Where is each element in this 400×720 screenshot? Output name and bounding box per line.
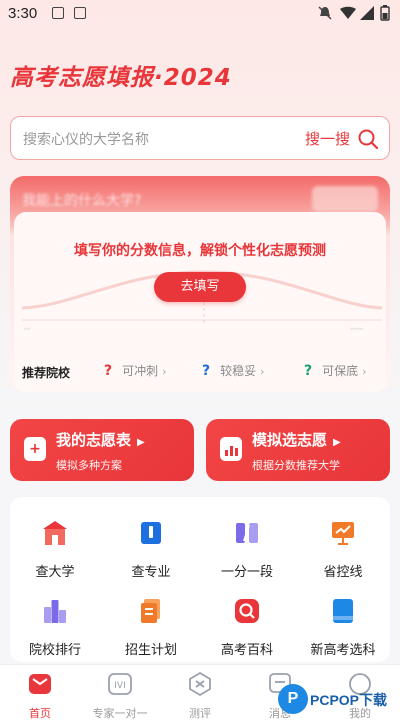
simulate-application-button[interactable]: 模拟选志愿 ▶ 根据分数推荐大学	[206, 419, 390, 481]
action-title: 我的志愿表	[56, 431, 132, 449]
search-encyclopedia-icon	[235, 599, 259, 623]
watermark-text: PCPOP下载	[310, 692, 388, 708]
nav-home[interactable]: 首页	[0, 671, 80, 720]
ranking-icon	[44, 600, 66, 623]
grid-label: 高考百科	[220, 643, 273, 658]
plus-doc-icon: +	[24, 437, 46, 461]
action-subtitle: 根据分数推荐大学	[252, 459, 340, 472]
search-input[interactable]: 搜索心仪的大学名称	[23, 129, 149, 149]
question-icon: ?	[202, 363, 211, 379]
grid-label: 查大学	[35, 565, 75, 580]
recommend-item-label: 可冲刺	[122, 364, 159, 378]
nav-label: 专家一对一	[92, 707, 148, 720]
score-prompt: 填写你的分数信息，解锁个性化志愿预测	[74, 243, 326, 259]
battery-icon	[380, 5, 390, 21]
search-bar[interactable]: 搜索心仪的大学名称 搜一搜	[10, 116, 390, 160]
chevron-right-icon: ›	[362, 365, 367, 378]
recommend-item-label: 可保底	[322, 364, 359, 378]
grid-item-ranking[interactable]: 院校排行	[10, 597, 100, 667]
columns-icon	[236, 523, 258, 543]
expert-icon: IVI	[108, 673, 132, 695]
assessment-icon	[189, 671, 211, 697]
grid-item-university[interactable]: 查大学	[10, 519, 100, 589]
plan-icon	[141, 599, 160, 623]
font-icon	[74, 7, 86, 19]
nav-label: 测评	[189, 707, 211, 720]
grid-label: 院校排行	[28, 643, 81, 658]
score-prediction-card: 我能上的什么大学? 填写你的分数信息，解锁个性化志愿预测 去填写 -- ----…	[10, 176, 390, 392]
nav-assessment[interactable]: 测评	[160, 671, 240, 720]
fill-score-button[interactable]: 去填写	[154, 272, 246, 302]
grid-label: 省控线	[323, 565, 363, 580]
presentation-icon	[332, 522, 354, 545]
svg-text:IVI: IVI	[114, 681, 125, 691]
recommend-item-label: 较稳妥	[220, 364, 257, 378]
watermark-logo-icon: P	[278, 684, 308, 714]
status-time: 3:30	[8, 5, 38, 22]
blurred-pill	[312, 186, 378, 212]
recommend-reach[interactable]: ? 可冲刺 ›	[104, 362, 167, 379]
signal-icon	[360, 6, 374, 20]
question-icon: ?	[304, 363, 313, 379]
blurred-question: 我能上的什么大学?	[22, 193, 142, 209]
subject-book-icon	[333, 599, 353, 623]
chevron-right-icon: ›	[260, 365, 265, 378]
image-icon	[52, 7, 64, 19]
university-icon	[43, 521, 67, 545]
recommend-fallback[interactable]: ? 可保底 ›	[304, 362, 367, 379]
nav-label: 首页	[29, 707, 51, 720]
grid-label: 新高考选科	[310, 643, 376, 658]
watermark-logo: P PCPOP下载	[276, 682, 400, 720]
blurred-tick-left: --	[24, 324, 31, 334]
recommend-safe[interactable]: ? 较稳妥 ›	[202, 362, 265, 379]
grid-item-encyclopedia[interactable]: 高考百科	[202, 597, 292, 667]
grid-item-control-line[interactable]: 省控线	[298, 519, 388, 589]
blurred-tick-right: ----	[350, 324, 363, 334]
my-application-button[interactable]: + 我的志愿表 ▶ 模拟多种方案	[10, 419, 194, 481]
search-icon[interactable]	[357, 128, 379, 150]
grid-item-subject-choice[interactable]: 新高考选科	[298, 597, 388, 667]
grid-label: 查专业	[131, 565, 171, 580]
home-icon	[29, 674, 51, 694]
chart-doc-icon	[220, 437, 242, 461]
action-title: 模拟选志愿	[252, 431, 328, 449]
action-subtitle: 模拟多种方案	[56, 459, 122, 472]
recommend-row: 推荐院校 ? 可冲刺 › ? 较稳妥 › ? 可保底 ›	[10, 356, 390, 386]
chevron-right-icon: ›	[162, 365, 167, 378]
mute-icon	[318, 6, 332, 20]
wifi-icon	[340, 6, 356, 19]
recommend-label: 推荐院校	[22, 366, 71, 380]
play-arrow-icon: ▶	[333, 437, 341, 448]
status-bar: 3:30	[0, 0, 400, 28]
question-icon: ?	[104, 363, 113, 379]
app-title: 高考志愿填报·2024	[10, 65, 232, 91]
grid-label: 一分一段	[220, 565, 273, 580]
grid-item-major[interactable]: 查专业	[106, 519, 196, 589]
nav-expert[interactable]: IVI 专家一对一	[80, 671, 160, 720]
play-arrow-icon: ▶	[137, 437, 145, 448]
grid-item-score-rank[interactable]: 一分一段	[202, 519, 292, 589]
grid-label: 招生计划	[124, 643, 177, 658]
grid-item-enroll-plan[interactable]: 招生计划	[106, 597, 196, 667]
search-button[interactable]: 搜一搜	[305, 128, 350, 149]
feature-grid: 查大学 查专业 一分一段 省控线 院校排行 招生计划 高考百科 新高考选科	[10, 497, 390, 662]
book-icon	[141, 522, 161, 544]
